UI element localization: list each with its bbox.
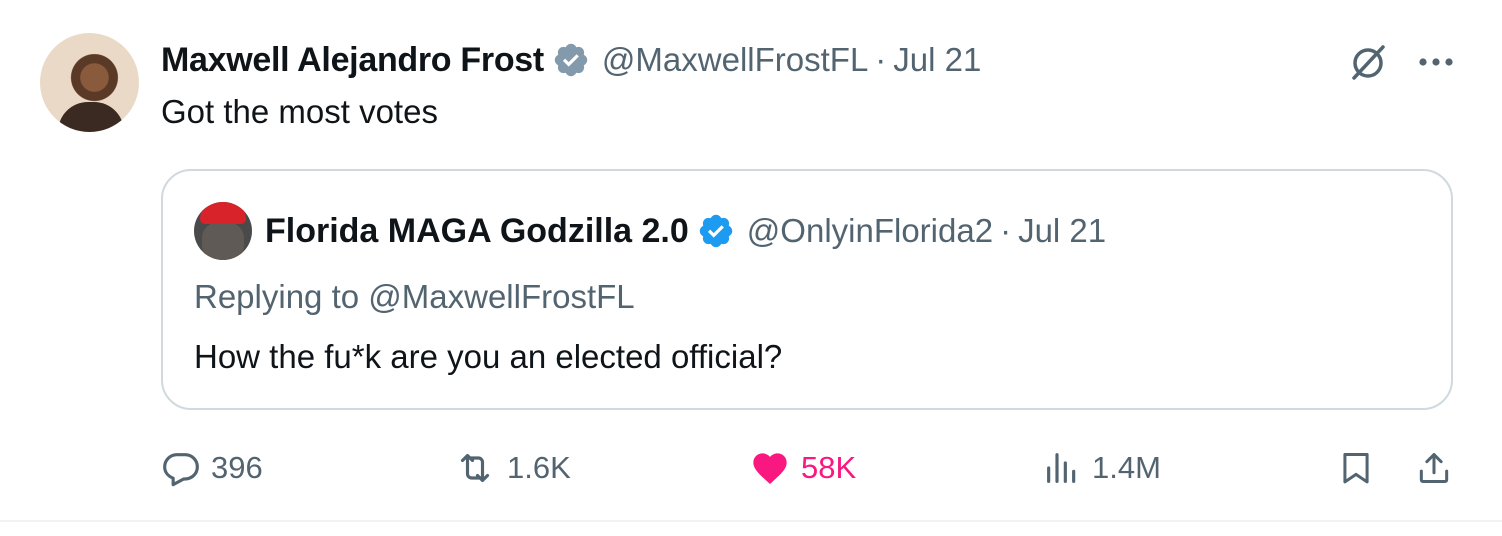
share-button[interactable] <box>1415 442 1463 494</box>
tweet-divider <box>0 520 1502 522</box>
share-icon <box>1419 453 1449 483</box>
author-name[interactable]: Maxwell Alejandro Frost <box>161 41 544 80</box>
author-avatar[interactable] <box>40 33 139 132</box>
quoted-header: Florida MAGA Godzilla 2.0 @OnlyinFlorida… <box>265 209 1106 253</box>
views-icon <box>1047 453 1076 483</box>
like-count: 58K <box>801 450 857 485</box>
separator-dot: · <box>875 41 887 78</box>
view-count: 1.4M <box>1092 450 1161 485</box>
tweet-header: Maxwell Alejandro Frost @MaxwellFrostFL … <box>161 38 981 82</box>
quoted-author-avatar[interactable] <box>194 202 252 260</box>
quoted-author-handle[interactable]: @OnlyinFlorida2 <box>747 212 993 250</box>
quoted-author-name[interactable]: Florida MAGA Godzilla 2.0 <box>265 212 689 251</box>
action-bar: 396 1.6K 58K 1.4M <box>161 442 1453 494</box>
reply-count: 396 <box>211 450 263 485</box>
replying-to: Replying to @MaxwellFrostFL <box>194 278 635 315</box>
tweet-text: Got the most votes <box>161 93 438 130</box>
heart-icon <box>753 453 787 484</box>
quoted-text: How the fu*k are you an elected official… <box>194 338 783 375</box>
quoted-avatar-face <box>202 222 244 260</box>
repost-icon <box>460 453 490 483</box>
reply-button[interactable]: 396 <box>161 442 263 494</box>
quoted-tweet[interactable]: Florida MAGA Godzilla 2.0 @OnlyinFlorida… <box>161 169 1453 410</box>
author-handle[interactable]: @MaxwellFrostFL <box>602 41 868 79</box>
verified-badge-icon[interactable] <box>552 41 590 79</box>
views-button[interactable]: 1.4M <box>1042 442 1161 494</box>
tweet-date[interactable]: Jul 21 <box>893 41 981 79</box>
separator-dot: · <box>1000 212 1012 249</box>
quoted-date[interactable]: Jul 21 <box>1018 212 1106 250</box>
quoted-avatar-hat <box>200 202 246 224</box>
bookmark-icon <box>1343 453 1369 484</box>
more-icon[interactable] <box>1418 57 1454 67</box>
repost-button[interactable]: 1.6K <box>453 442 571 494</box>
grok-icon[interactable] <box>1346 40 1390 84</box>
like-button[interactable]: 58K <box>749 442 856 494</box>
verified-badge-icon[interactable] <box>697 212 735 250</box>
tweet-top-actions <box>1346 40 1454 84</box>
repost-count: 1.6K <box>507 450 571 485</box>
avatar-shoulder <box>58 102 124 132</box>
reply-icon <box>163 453 199 487</box>
bookmark-button[interactable] <box>1337 442 1385 494</box>
